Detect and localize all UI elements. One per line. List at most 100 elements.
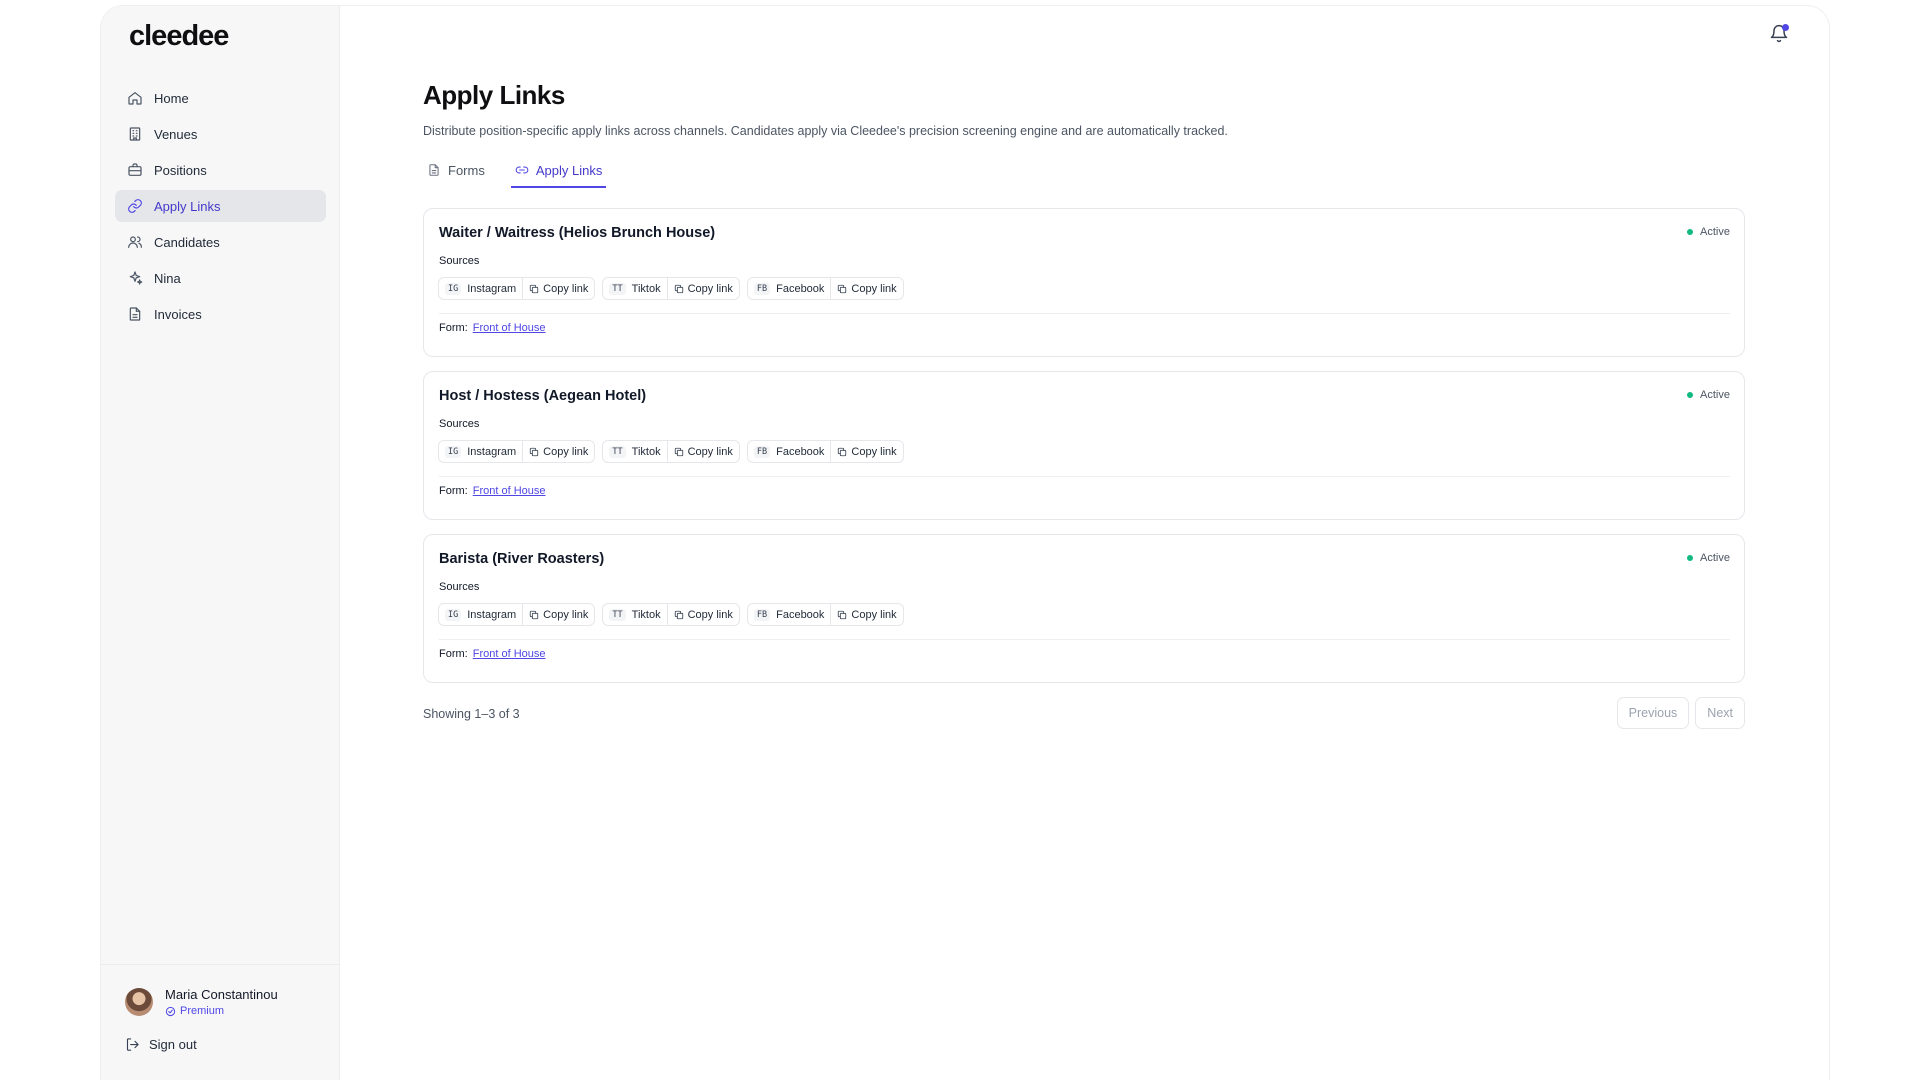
page-title: Apply Links	[423, 80, 565, 110]
apply-link-card: Waiter / Waitress (Helios Brunch House) …	[423, 208, 1745, 357]
form-reference: Form: Front of House	[439, 648, 546, 660]
apply-link-list: Waiter / Waitress (Helios Brunch House) …	[423, 208, 1745, 683]
copy-label: Copy link	[543, 445, 589, 458]
app-window: cleedee Home Venues Positions Apply Link…	[101, 6, 1829, 1080]
status-dot	[1687, 555, 1694, 561]
source-abbr: IG	[445, 608, 462, 621]
copy-icon	[837, 610, 847, 620]
avatar	[125, 988, 153, 1016]
source-chip-facebook: FB Facebook Copy link	[746, 277, 904, 300]
status-dot	[1687, 229, 1694, 235]
copy-link-button[interactable]: Copy link	[522, 441, 594, 462]
copy-label: Copy link	[851, 282, 897, 295]
source-chip-instagram: IG Instagram Copy link	[438, 277, 596, 300]
sources-label: Sources	[439, 581, 480, 593]
check-circle-icon	[165, 1006, 176, 1017]
status-badge: Active	[1687, 552, 1730, 564]
source-abbr: IG	[445, 445, 462, 458]
copy-link-button[interactable]: Copy link	[522, 604, 594, 625]
sources-label: Sources	[439, 255, 480, 267]
sidebar-footer: Maria Constantinou Premium Sign out	[101, 964, 339, 1080]
source-chip-tiktok: TT Tiktok Copy link	[602, 603, 740, 626]
sparkles-icon	[127, 270, 143, 286]
sidebar-item-label: Nina	[154, 270, 181, 286]
position-title: Waiter / Waitress (Helios Brunch House)	[439, 225, 716, 241]
notifications-button[interactable]	[1769, 24, 1789, 44]
sources-label: Sources	[439, 418, 480, 430]
sidebar-item-label: Candidates	[154, 234, 220, 250]
form-link[interactable]: Front of House	[473, 485, 546, 497]
tab-apply-links[interactable]: Apply Links	[510, 156, 607, 188]
sidebar-nav: Home Venues Positions Apply Links Candid…	[115, 82, 326, 334]
tab-label: Forms	[448, 162, 485, 178]
copy-label: Copy link	[851, 445, 897, 458]
source-abbr: TT	[609, 282, 626, 295]
source-chip-tiktok: TT Tiktok Copy link	[602, 277, 740, 300]
copy-label: Copy link	[851, 608, 897, 621]
sidebar-item-candidates[interactable]: Candidates	[115, 226, 326, 258]
source-name: Instagram	[467, 445, 517, 458]
copy-icon	[529, 610, 539, 620]
copy-icon	[529, 447, 539, 457]
status-badge: Active	[1687, 226, 1730, 238]
link-icon	[515, 163, 529, 177]
position-title: Host / Hostess (Aegean Hotel)	[439, 388, 647, 404]
copy-link-button[interactable]: Copy link	[830, 604, 902, 625]
copy-link-button[interactable]: Copy link	[666, 441, 739, 462]
apply-link-card: Barista (River Roasters) Active Sources …	[423, 534, 1745, 683]
copy-link-button[interactable]: Copy link	[830, 441, 902, 462]
previous-button[interactable]: Previous	[1616, 697, 1690, 729]
form-label: Form:	[439, 648, 468, 660]
copy-link-button[interactable]: Copy link	[830, 278, 902, 299]
status-label: Active	[1700, 226, 1730, 238]
source-chips: IG Instagram Copy link TT Tiktok Copy link…	[438, 277, 911, 300]
form-reference: Form: Front of House	[439, 485, 546, 497]
form-label: Form:	[439, 322, 468, 334]
sidebar-item-positions[interactable]: Positions	[115, 154, 326, 186]
tab-forms[interactable]: Forms	[423, 156, 489, 184]
sidebar-item-venues[interactable]: Venues	[115, 118, 326, 150]
source-name: Facebook	[776, 608, 825, 621]
status-dot	[1687, 392, 1694, 398]
source-chip-facebook: FB Facebook Copy link	[746, 440, 904, 463]
tab-label: Apply Links	[535, 162, 603, 178]
sidebar-item-label: Home	[154, 90, 189, 106]
copy-link-button[interactable]: Copy link	[666, 604, 739, 625]
divider	[439, 476, 1730, 477]
sidebar-item-nina[interactable]: Nina	[115, 262, 326, 294]
status-label: Active	[1700, 552, 1730, 564]
copy-icon	[674, 447, 684, 457]
sidebar-item-home[interactable]: Home	[115, 82, 326, 114]
copy-icon	[837, 284, 847, 294]
source-abbr: TT	[609, 445, 626, 458]
copy-link-button[interactable]: Copy link	[522, 278, 594, 299]
form-reference: Form: Front of House	[439, 322, 546, 334]
user-name: Maria Constantinou	[165, 987, 278, 1002]
user-profile[interactable]: Maria Constantinou Premium	[125, 987, 278, 1017]
copy-label: Copy link	[687, 445, 733, 458]
sidebar: cleedee Home Venues Positions Apply Link…	[101, 6, 340, 1080]
sidebar-item-invoices[interactable]: Invoices	[115, 298, 326, 330]
sidebar-item-label: Positions	[154, 162, 207, 178]
link-icon	[127, 198, 143, 214]
source-abbr: FB	[753, 445, 771, 458]
form-link[interactable]: Front of House	[473, 648, 546, 660]
copy-icon	[674, 284, 684, 294]
copy-link-button[interactable]: Copy link	[666, 278, 739, 299]
sidebar-item-label: Apply Links	[154, 198, 221, 214]
source-chips: IG Instagram Copy link TT Tiktok Copy link…	[438, 440, 911, 463]
sign-out-label: Sign out	[149, 1037, 197, 1052]
sign-out-button[interactable]: Sign out	[125, 1037, 197, 1052]
source-name: Tiktok	[631, 608, 661, 621]
next-button[interactable]: Next	[1695, 697, 1745, 729]
form-label: Form:	[439, 485, 468, 497]
form-link[interactable]: Front of House	[473, 322, 546, 334]
sidebar-item-apply-links[interactable]: Apply Links	[115, 190, 326, 222]
copy-icon	[674, 610, 684, 620]
users-icon	[127, 234, 143, 250]
source-abbr: IG	[445, 282, 462, 295]
briefcase-icon	[127, 162, 143, 178]
source-chip-instagram: IG Instagram Copy link	[438, 603, 596, 626]
apply-link-card: Host / Hostess (Aegean Hotel) Active Sou…	[423, 371, 1745, 520]
building-icon	[127, 126, 143, 142]
